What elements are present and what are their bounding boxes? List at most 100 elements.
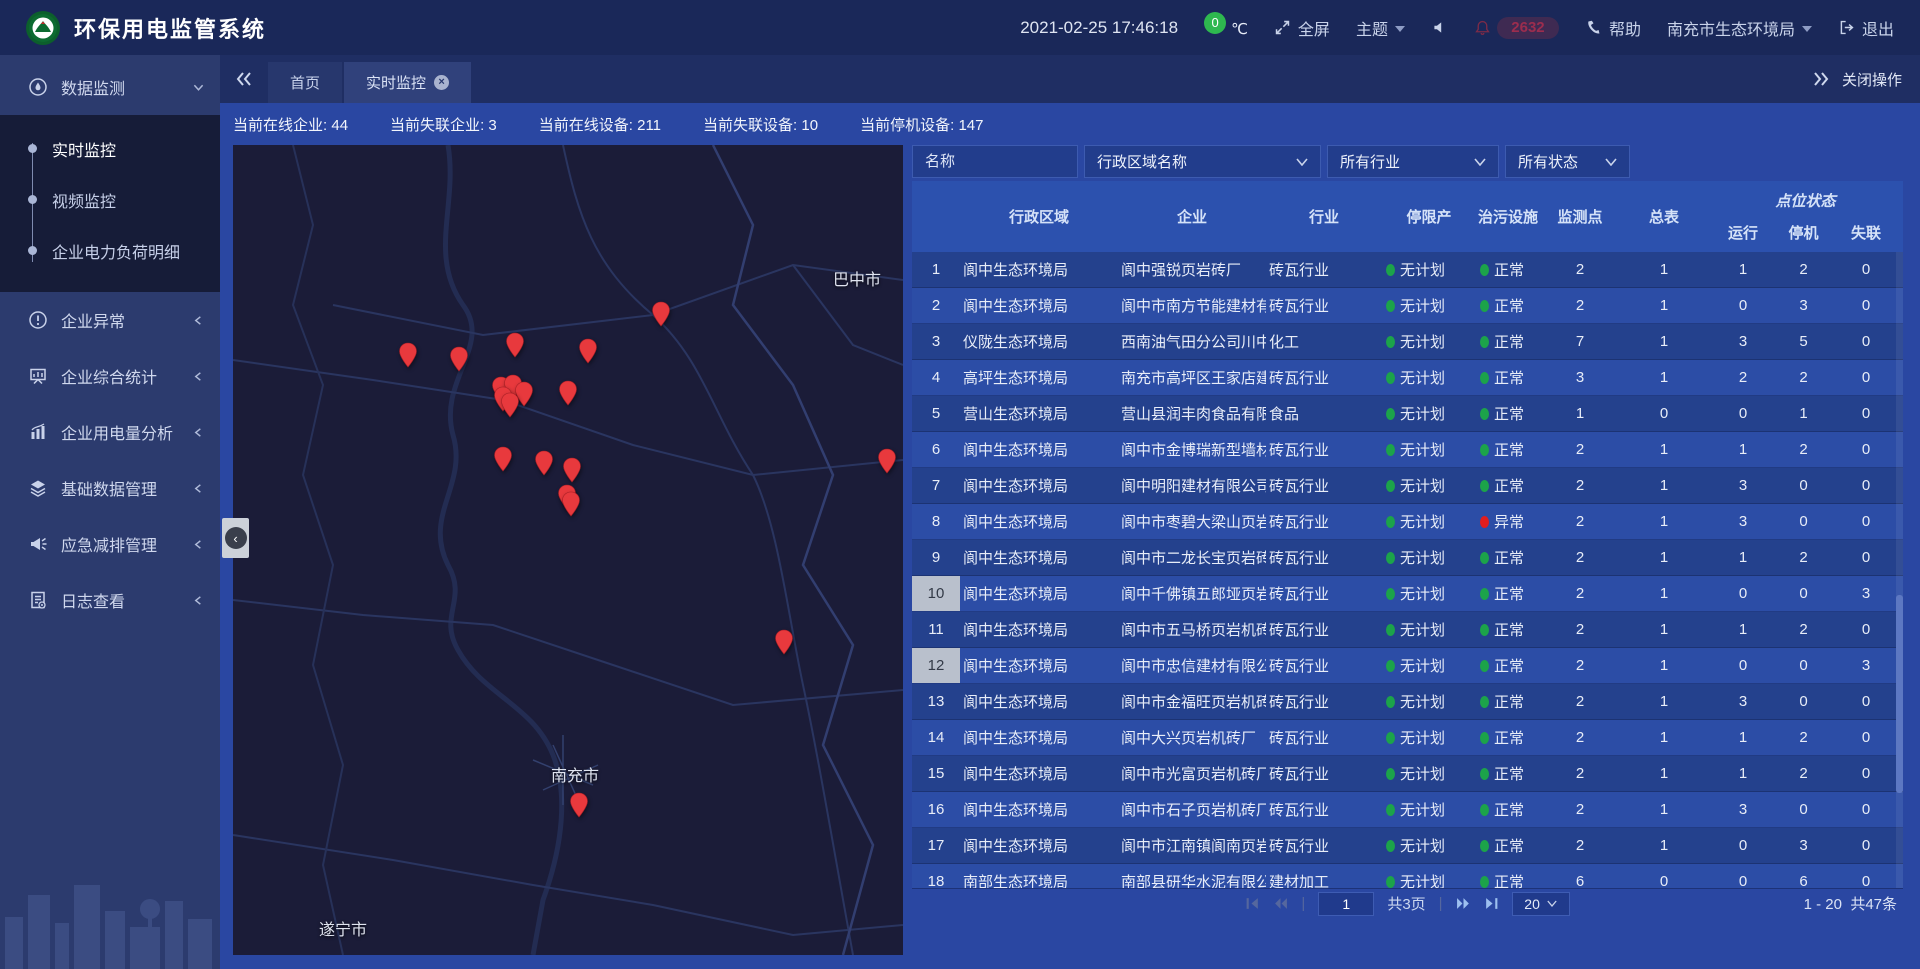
table-row[interactable]: 6阆中生态环境局阆中市金博瑞新型墙材砖瓦行业无计划正常21120 <box>912 432 1903 468</box>
cell-limit-production: 无计划 <box>1382 655 1476 676</box>
first-page-button[interactable] <box>1245 897 1260 910</box>
cell-monitor-points: 2 <box>1540 585 1620 602</box>
cell-pollution-facility: 正常 <box>1476 331 1540 352</box>
cell-stopped: 0 <box>1778 693 1829 710</box>
last-page-button[interactable] <box>1484 897 1499 910</box>
col-region: 行政区域 <box>960 181 1118 252</box>
map-marker-pin-icon[interactable] <box>569 792 589 818</box>
cell-company: 阆中大兴页岩机砖厂 <box>1118 727 1266 748</box>
status-dot-green-icon <box>1480 300 1489 312</box>
next-page-button[interactable] <box>1456 897 1471 910</box>
app-logo-icon <box>26 11 60 45</box>
cell-region: 阆中生态环境局 <box>960 511 1118 532</box>
sidebar-subitem[interactable]: 实时监控 <box>0 123 220 174</box>
map-marker-pin-icon[interactable] <box>534 450 554 476</box>
cell-stopped: 2 <box>1778 621 1829 638</box>
industry-filter-select[interactable]: 所有行业 <box>1327 145 1499 178</box>
mute-speaker-button[interactable] <box>1431 19 1448 36</box>
scrollbar-thumb[interactable] <box>1896 595 1903 792</box>
stat-label: 当前停机设备 <box>860 117 950 134</box>
sidebar-item[interactable]: 企业用电量分析 <box>0 404 220 460</box>
map-marker-pin-icon[interactable] <box>398 342 418 368</box>
sidebar-item[interactable]: 日志查看 <box>0 572 220 628</box>
map-marker-pin-icon[interactable] <box>500 392 520 418</box>
row-index: 10 <box>912 576 960 611</box>
map-marker-pin-icon[interactable] <box>877 448 897 474</box>
sidebar-collapse-button[interactable]: ‹ <box>222 518 249 558</box>
content-area: 巴中市南充市遂宁市 行政区域名称 所有行业 所有状态 <box>220 145 1920 969</box>
table-row[interactable]: 17阆中生态环境局阆中市江南镇阆南页岩砖瓦行业无计划正常21030 <box>912 828 1903 864</box>
table-row[interactable]: 13阆中生态环境局阆中市金福旺页岩机砖砖瓦行业无计划正常21300 <box>912 684 1903 720</box>
table-row[interactable]: 8阆中生态环境局阆中市枣碧大梁山页岩砖瓦行业无计划异常21300 <box>912 504 1903 540</box>
help-button[interactable]: 帮助 <box>1585 16 1641 40</box>
page-size-select[interactable]: 20 <box>1512 892 1570 916</box>
sidebar-item[interactable]: 应急减排管理 <box>0 516 220 572</box>
tab-home[interactable]: 首页 <box>268 62 342 103</box>
cell-industry: 砖瓦行业 <box>1266 259 1382 280</box>
map[interactable]: 巴中市南充市遂宁市 <box>233 145 903 955</box>
sidebar-item[interactable]: 企业综合统计 <box>0 348 220 404</box>
logout-button[interactable]: 退出 <box>1838 16 1894 40</box>
tab-scroll-left-button[interactable] <box>220 55 268 103</box>
cell-industry: 砖瓦行业 <box>1266 511 1382 532</box>
cell-total-meters: 1 <box>1620 477 1708 494</box>
table-row[interactable]: 5营山生态环境局营山县润丰肉食品有限食品无计划正常10010 <box>912 396 1903 432</box>
sidebar-item[interactable]: 数据监测 <box>0 59 220 115</box>
cell-running: 3 <box>1708 477 1778 494</box>
table-row[interactable]: 9阆中生态环境局阆中市二龙长宝页岩砖砖瓦行业无计划正常21120 <box>912 540 1903 576</box>
table-row[interactable]: 18南部生态环境局南部县研华水泥有限公建材加工无计划正常60060 <box>912 864 1903 888</box>
sidebar-item[interactable]: 基础数据管理 <box>0 460 220 516</box>
table-row[interactable]: 14阆中生态环境局阆中大兴页岩机砖厂砖瓦行业无计划正常21120 <box>912 720 1903 756</box>
tab-close-icon[interactable]: × <box>434 75 449 90</box>
table-row[interactable]: 2阆中生态环境局阆中市南方节能建材有砖瓦行业无计划正常21030 <box>912 288 1903 324</box>
pagination-bar: | 共3页 | 20 <box>912 888 1903 918</box>
map-marker-pin-icon[interactable] <box>493 446 513 472</box>
map-marker-pin-icon[interactable] <box>561 491 581 517</box>
table-row[interactable]: 1阆中生态环境局阆中强锐页岩砖厂砖瓦行业无计划正常21120 <box>912 252 1903 288</box>
prev-page-button[interactable] <box>1273 897 1288 910</box>
map-marker-pin-icon[interactable] <box>558 380 578 406</box>
org-dropdown[interactable]: 南充市生态环境局 <box>1667 16 1812 40</box>
theme-dropdown[interactable]: 主题 <box>1356 16 1405 40</box>
page-number-input[interactable] <box>1318 892 1374 916</box>
map-marker-pin-icon[interactable] <box>651 301 671 327</box>
map-marker-pin-icon[interactable] <box>774 629 794 655</box>
table-row[interactable]: 4高坪生态环境局南充市高坪区王家店建砖瓦行业无计划正常31220 <box>912 360 1903 396</box>
close-operations-button[interactable]: 关闭操作 <box>1842 69 1902 90</box>
table-row[interactable]: 10阆中生态环境局阆中千佛镇五郎垭页岩砖瓦行业无计划正常21003 <box>912 576 1903 612</box>
chevron-down-icon <box>1296 158 1308 166</box>
table-row[interactable]: 3仪陇生态环境局西南油气田分公司川中化工无计划正常71350 <box>912 324 1903 360</box>
cell-running: 1 <box>1708 729 1778 746</box>
chevron-down-icon <box>1395 26 1405 32</box>
status-dot-green-icon <box>1386 408 1395 420</box>
table-row[interactable]: 11阆中生态环境局阆中市五马桥页岩机砖砖瓦行业无计划正常21120 <box>912 612 1903 648</box>
table-row[interactable]: 12阆中生态环境局阆中市忠信建材有限公砖瓦行业无计划正常21003 <box>912 648 1903 684</box>
cell-lost: 0 <box>1829 549 1903 566</box>
table-row[interactable]: 7阆中生态环境局阆中明阳建材有限公司砖瓦行业无计划正常21300 <box>912 468 1903 504</box>
sidebar-subitem[interactable]: 企业电力负荷明细 <box>0 225 220 276</box>
sidebar-item[interactable]: 企业异常 <box>0 292 220 348</box>
cell-running: 0 <box>1708 837 1778 854</box>
status-filter-select[interactable]: 所有状态 <box>1505 145 1630 178</box>
notification-area[interactable]: 2632 <box>1474 17 1559 39</box>
sidebar-subitem[interactable]: 视频监控 <box>0 174 220 225</box>
double-chevron-right-icon[interactable] <box>1813 72 1829 86</box>
map-marker-pin-icon[interactable] <box>505 332 525 358</box>
region-filter-select[interactable]: 行政区域名称 <box>1084 145 1321 178</box>
table-scrollbar[interactable] <box>1896 252 1903 888</box>
tab-realtime-monitor[interactable]: 实时监控 × <box>344 62 471 103</box>
map-marker-pin-icon[interactable] <box>578 338 598 364</box>
cell-pollution-facility: 正常 <box>1476 295 1540 316</box>
row-index: 4 <box>912 360 960 395</box>
cell-region: 仪陇生态环境局 <box>960 331 1118 352</box>
cell-pollution-facility: 正常 <box>1476 799 1540 820</box>
table-row[interactable]: 16阆中生态环境局阆中市石子页岩机砖厂砖瓦行业无计划正常21300 <box>912 792 1903 828</box>
stat-item: 当前停机设备: 147 <box>860 114 983 135</box>
cell-lost: 0 <box>1829 621 1903 638</box>
fullscreen-button[interactable]: 全屏 <box>1274 16 1330 40</box>
table-row[interactable]: 15阆中生态环境局阆中市光富页岩机砖厂砖瓦行业无计划正常21120 <box>912 756 1903 792</box>
cell-total-meters: 1 <box>1620 441 1708 458</box>
name-filter-input[interactable] <box>912 145 1078 178</box>
map-marker-pin-icon[interactable] <box>449 346 469 372</box>
map-marker-pin-icon[interactable] <box>562 457 582 483</box>
